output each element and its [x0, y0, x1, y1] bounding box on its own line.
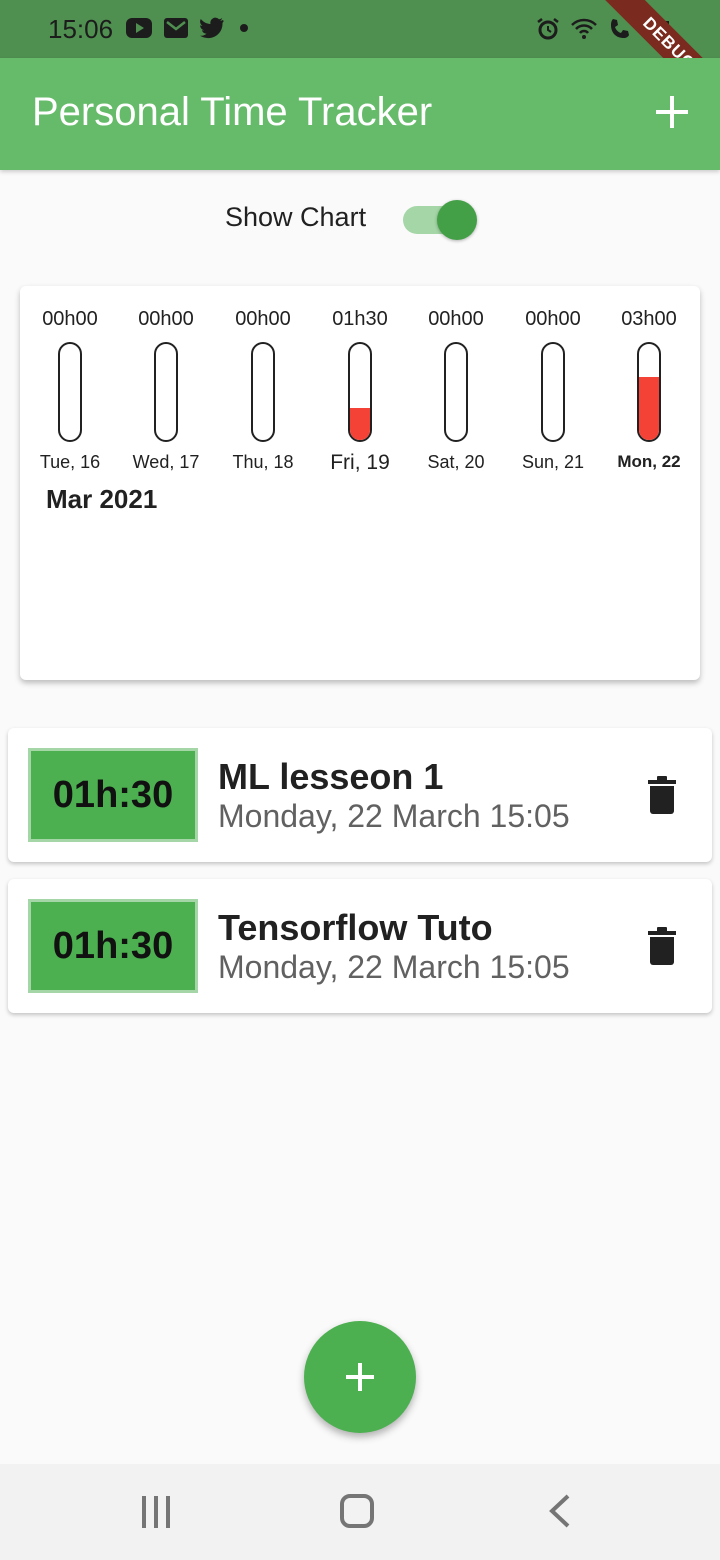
chart-bar — [251, 342, 275, 442]
system-nav-bar — [0, 1464, 720, 1560]
trash-can — [650, 937, 674, 965]
recents-icon[interactable] — [140, 1496, 172, 1528]
chart-bar — [58, 342, 82, 442]
entry-card[interactable]: 01h:30 Tensorflow Tuto Monday, 22 March … — [8, 879, 712, 1013]
chart-day-label: Sun, 21 — [521, 452, 585, 472]
back-icon[interactable] — [548, 1494, 572, 1528]
trash-can — [650, 786, 674, 814]
entry-duration: 01h:30 — [28, 748, 198, 842]
chart-day-value: 00h00 — [42, 308, 98, 330]
show-chart-switch[interactable] — [403, 200, 477, 240]
chart-day-value: 03h00 — [621, 308, 677, 330]
chart-day-label: Wed, 17 — [132, 452, 200, 472]
trash-icon[interactable] — [648, 927, 676, 965]
signal-icon — [644, 21, 669, 39]
mail-icon — [164, 18, 188, 38]
entry-duration: 01h:30 — [28, 899, 198, 993]
add-entry-fab[interactable] — [304, 1321, 416, 1433]
chart-bar — [154, 342, 178, 442]
add-icon[interactable] — [648, 88, 696, 136]
entry-card[interactable]: 01h:30 ML lesseon 1 Monday, 22 March 15:… — [8, 728, 712, 862]
status-bar: 15:06 DEBUG — [0, 0, 720, 122]
chart-day: 01h30 Fri, 19 — [312, 308, 408, 478]
chart-day-value: 00h00 — [428, 308, 484, 330]
entry-date: Monday, 22 March 15:05 — [218, 949, 570, 985]
chart-day-label: Mon, 22 — [617, 452, 681, 471]
chart-day-value: 01h30 — [332, 308, 388, 330]
chart-day: 00h00 Sat, 20 — [408, 308, 504, 478]
wifi-icon — [571, 18, 597, 39]
chart-day: 00h00 Wed, 17 — [118, 308, 214, 478]
chart-day-label: Tue, 16 — [39, 452, 101, 472]
chart-bar — [348, 342, 372, 442]
show-chart-label: Show Chart — [225, 202, 367, 232]
chart-day-value: 00h00 — [235, 308, 291, 330]
chart-bar-fill — [350, 408, 370, 440]
chart-day: 00h00 Tue, 16 — [22, 308, 118, 478]
entry-date: Monday, 22 March 15:05 — [218, 798, 570, 834]
trash-lid — [648, 931, 676, 935]
entry-title: ML lesseon 1 — [218, 756, 444, 797]
chart-day-value: 00h00 — [138, 308, 194, 330]
status-icons-right — [536, 17, 672, 41]
entry-title: Tensorflow Tuto — [218, 907, 493, 948]
chart-bar — [637, 342, 661, 442]
home-icon[interactable] — [340, 1494, 374, 1528]
alarm-icon — [537, 18, 559, 40]
chart-day: 03h00 Mon, 22 — [601, 308, 697, 478]
month-label: Mar 2021 — [46, 484, 158, 514]
switch-thumb — [437, 200, 477, 240]
chart-day-value: 00h00 — [525, 308, 581, 330]
chart-bar — [541, 342, 565, 442]
status-time: 15:06 — [48, 14, 114, 44]
youtube-icon — [126, 18, 152, 38]
trash-lid — [648, 780, 676, 784]
app-bar: Personal Time Tracker — [0, 58, 720, 170]
status-icons-left — [126, 17, 252, 39]
chart-bar — [444, 342, 468, 442]
chart-day-label: Thu, 18 — [232, 452, 294, 472]
twitter-icon — [200, 17, 224, 39]
trash-icon[interactable] — [648, 776, 676, 814]
chart-day-label: Sat, 20 — [427, 452, 485, 472]
call-icon — [611, 19, 629, 38]
chart-bar-fill — [639, 376, 659, 440]
chart-day: 00h00 Thu, 18 — [215, 308, 311, 478]
app-title: Personal Time Tracker — [32, 90, 433, 134]
chart-card: 00h00 Tue, 16 00h00 Wed, 17 00h00 Thu, 18 01h3… — [20, 286, 700, 680]
show-chart-row: Show Chart — [0, 196, 720, 242]
chart-day: 00h00 Sun, 21 — [505, 308, 601, 478]
chart-day-label: Fri, 19 — [330, 451, 390, 474]
dot-icon — [240, 24, 248, 32]
